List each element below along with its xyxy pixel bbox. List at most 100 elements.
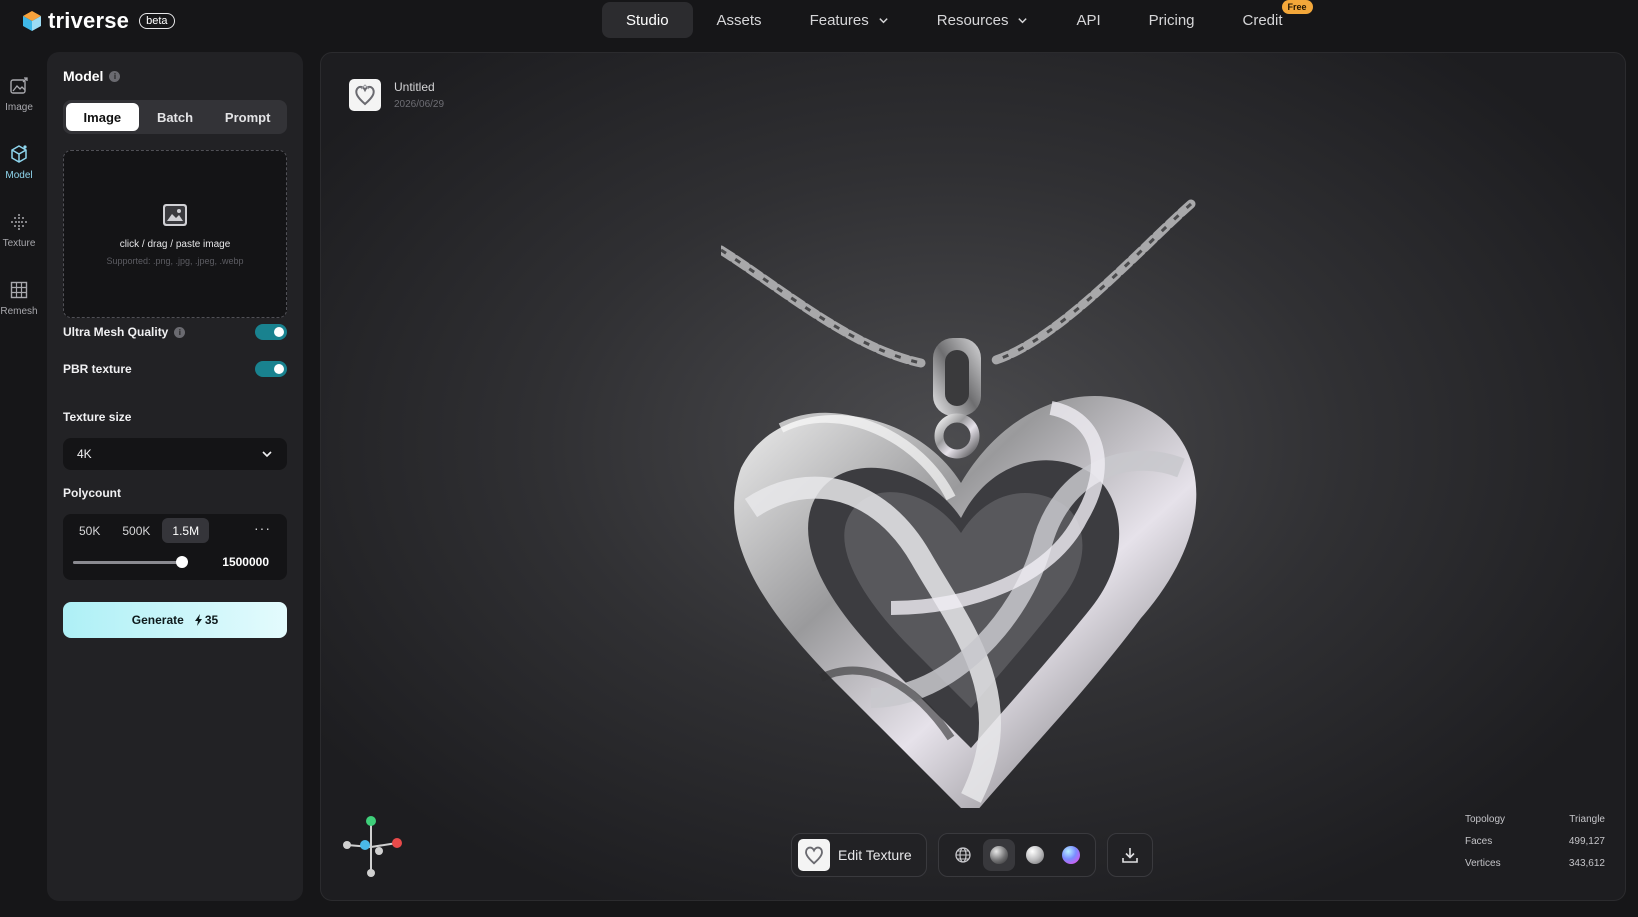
nav-features-label: Features bbox=[809, 11, 869, 29]
file-date: 2026/06/29 bbox=[394, 99, 445, 110]
polycount-slider-handle[interactable] bbox=[176, 556, 189, 568]
ultra-mesh-label: Ultra Mesh Quality bbox=[63, 325, 169, 339]
clay-sphere-icon bbox=[1026, 846, 1044, 864]
model-thumbnail[interactable] bbox=[349, 79, 381, 111]
top-bar: triverse beta Studio Assets Features Res… bbox=[0, 0, 1638, 40]
input-mode-tabs: Image Batch Prompt bbox=[63, 100, 287, 134]
download-button[interactable] bbox=[1107, 833, 1153, 877]
rail-item-remesh[interactable]: Remesh bbox=[0, 264, 38, 332]
texture-size-label: Texture size bbox=[63, 410, 132, 424]
panel-title: Model i bbox=[63, 68, 121, 84]
stat-value: 499,127 bbox=[1568, 835, 1605, 847]
polycount-control: 50K 500K 1.5M ··· 1500000 bbox=[63, 514, 287, 580]
chevron-down-icon bbox=[262, 451, 272, 458]
download-icon bbox=[1122, 848, 1138, 863]
brand-logo[interactable]: triverse beta bbox=[22, 8, 175, 34]
free-badge: Free bbox=[1281, 0, 1313, 14]
stat-vertices: Vertices 343,612 bbox=[1465, 852, 1605, 874]
edit-texture-label: Edit Texture bbox=[838, 847, 912, 863]
generate-cost: 35 bbox=[194, 613, 218, 627]
tab-prompt[interactable]: Prompt bbox=[211, 103, 284, 131]
nav-pricing[interactable]: Pricing bbox=[1125, 2, 1219, 38]
image-upload-icon bbox=[163, 203, 187, 226]
axis-gizmo[interactable] bbox=[343, 815, 413, 879]
tab-image[interactable]: Image bbox=[66, 103, 139, 131]
nav-credit-label: Credit bbox=[1242, 11, 1283, 29]
info-icon[interactable]: i bbox=[174, 326, 186, 338]
polycount-slider-fill bbox=[73, 561, 183, 564]
upload-instructions: click / drag / paste image bbox=[119, 238, 231, 250]
file-meta: Untitled 2026/06/29 bbox=[394, 80, 444, 110]
stat-value: 343,612 bbox=[1568, 857, 1605, 869]
info-icon[interactable]: i bbox=[109, 70, 121, 82]
nav-studio[interactable]: Studio bbox=[602, 2, 693, 38]
chevron-down-icon bbox=[879, 17, 888, 23]
brand-name: triverse bbox=[48, 8, 130, 33]
textured-sphere-icon bbox=[990, 846, 1008, 864]
image-upload-dropzone[interactable]: click / drag / paste image Supported: .p… bbox=[63, 150, 287, 318]
rail-item-image[interactable]: Image bbox=[0, 60, 38, 128]
pbr-texture-toggle[interactable] bbox=[255, 361, 287, 377]
rail-item-texture[interactable]: Texture bbox=[0, 196, 38, 264]
polycount-option-50k[interactable]: 50K bbox=[69, 518, 110, 543]
texture-icon bbox=[11, 213, 27, 230]
heart-thumbnail-icon bbox=[805, 846, 823, 865]
tool-rail: Image Model Texture Remesh bbox=[0, 60, 38, 332]
generate-cost-value: 35 bbox=[204, 613, 219, 627]
nav-assets-label: Assets bbox=[716, 11, 762, 29]
heart-pendant-model bbox=[721, 199, 1197, 808]
triverse-logo-icon bbox=[23, 11, 41, 31]
generate-button[interactable]: Generate 35 bbox=[63, 602, 287, 638]
textured-mode-button[interactable] bbox=[983, 839, 1015, 871]
lightning-icon bbox=[194, 614, 202, 626]
cube-icon bbox=[11, 144, 27, 163]
rail-item-model[interactable]: Model bbox=[0, 128, 38, 196]
file-name: Untitled bbox=[394, 80, 435, 94]
rail-item-model-label: Model bbox=[5, 169, 33, 181]
globe-icon bbox=[955, 847, 971, 863]
chevron-down-icon bbox=[1018, 17, 1028, 23]
upload-supported-formats: Supported: .png, .jpg, .jpeg, .webp bbox=[106, 255, 244, 266]
nav-pricing-label: Pricing bbox=[1148, 11, 1195, 29]
render-mode-group bbox=[938, 833, 1096, 877]
nav-api[interactable]: API bbox=[1052, 2, 1124, 38]
rail-item-image-label: Image bbox=[5, 101, 33, 113]
polycount-slider-track[interactable] bbox=[73, 561, 187, 564]
nav-resources-label: Resources bbox=[936, 11, 1009, 29]
mesh-stats: Topology Triangle Faces 499,127 Vertices… bbox=[1465, 808, 1605, 874]
nav-resources[interactable]: Resources bbox=[913, 2, 1053, 38]
polycount-options: 50K 500K 1.5M bbox=[69, 518, 210, 543]
main-nav: Studio Assets Features Resources API Pri… bbox=[602, 0, 1313, 38]
more-options-icon[interactable]: ··· bbox=[254, 520, 271, 536]
beta-badge: beta bbox=[139, 13, 175, 29]
rail-item-texture-label: Texture bbox=[2, 237, 36, 249]
normal-sphere-icon bbox=[1062, 846, 1080, 864]
edit-texture-thumbnail bbox=[798, 839, 830, 871]
tab-batch[interactable]: Batch bbox=[139, 103, 212, 131]
texture-size-select[interactable]: 4K bbox=[63, 438, 287, 470]
normal-mode-button[interactable] bbox=[1055, 839, 1087, 871]
wireframe-mode-button[interactable] bbox=[947, 839, 979, 871]
ultra-mesh-row: Ultra Mesh Quality i bbox=[63, 324, 287, 340]
edit-texture-button[interactable]: Edit Texture bbox=[791, 833, 927, 877]
nav-features[interactable]: Features bbox=[786, 2, 913, 38]
pbr-texture-label: PBR texture bbox=[63, 362, 132, 376]
nav-credit[interactable]: Credit Free bbox=[1219, 0, 1313, 38]
polycount-option-500k[interactable]: 500K bbox=[112, 518, 160, 543]
rail-item-remesh-label: Remesh bbox=[0, 305, 38, 317]
nav-assets[interactable]: Assets bbox=[693, 2, 786, 38]
texture-size-value: 4K bbox=[77, 447, 92, 461]
3d-viewport[interactable]: Untitled 2026/06/29 Edit Texture Topolog… bbox=[320, 52, 1626, 901]
pbr-texture-row: PBR texture bbox=[63, 361, 287, 377]
stat-faces: Faces 499,127 bbox=[1465, 830, 1605, 852]
polycount-label: Polycount bbox=[63, 486, 122, 500]
stat-label: Faces bbox=[1465, 835, 1493, 847]
grid-icon bbox=[10, 281, 28, 298]
model-settings-panel: Model i Image Batch Prompt click / drag … bbox=[47, 52, 303, 901]
polycount-option-1-5m[interactable]: 1.5M bbox=[162, 518, 210, 543]
ultra-mesh-label-group: Ultra Mesh Quality i bbox=[63, 325, 186, 339]
ultra-mesh-toggle[interactable] bbox=[255, 324, 287, 340]
clay-mode-button[interactable] bbox=[1019, 839, 1051, 871]
stat-label: Vertices bbox=[1465, 857, 1501, 869]
file-info: Untitled 2026/06/29 bbox=[349, 79, 444, 111]
